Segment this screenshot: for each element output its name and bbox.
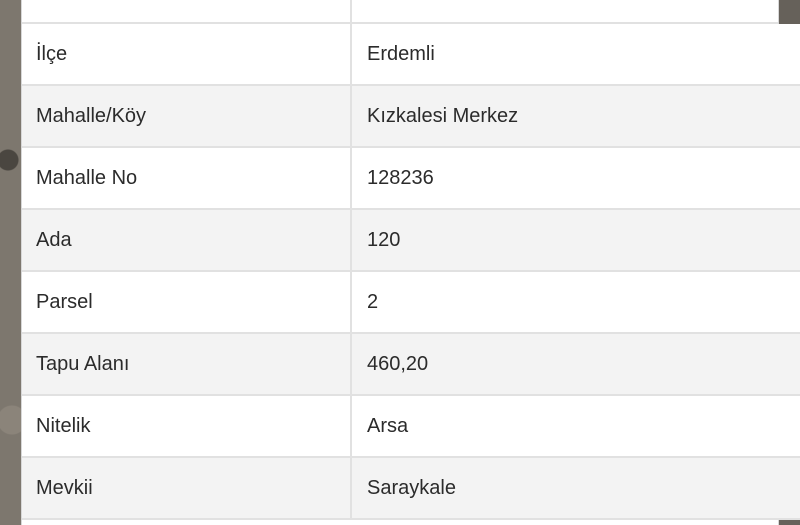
row-value: 460,20 [351, 333, 800, 396]
parcel-info-panel: İlçe Erdemli Mahalle/Köy Kızkalesi Merke… [22, 0, 800, 525]
row-divider [350, 0, 352, 22]
table-row: Tapu Alanı 460,20 [22, 333, 800, 396]
row-label: Ada [22, 209, 352, 272]
row-label: Tapu Alanı [22, 333, 352, 396]
row-value: 128236 [351, 147, 800, 210]
row-label: İlçe [22, 24, 352, 86]
table-row: İlçe Erdemli [22, 24, 800, 86]
table-row: Ada 120 [22, 209, 800, 272]
table-row: Nitelik Arsa [22, 395, 800, 458]
row-label: Mevkii [22, 457, 352, 520]
row-value: Erdemli [351, 24, 800, 86]
row-value: Arsa [351, 395, 800, 458]
row-value: Kızkalesi Merkez [351, 85, 800, 148]
row-label: Parsel [22, 271, 352, 334]
row-label: Nitelik [22, 395, 352, 458]
row-value: Saraykale [351, 457, 800, 520]
table-row: Parsel 2 [22, 271, 800, 334]
cut-off-row [22, 0, 778, 24]
table-row: Mahalle No 128236 [22, 147, 800, 210]
row-label: Mahalle/Köy [22, 85, 352, 148]
parcel-details-table: İlçe Erdemli Mahalle/Köy Kızkalesi Merke… [22, 24, 800, 520]
table-row: Mahalle/Köy Kızkalesi Merkez [22, 85, 800, 148]
row-label: Mahalle No [22, 147, 352, 210]
row-value: 2 [351, 271, 800, 334]
row-value: 120 [351, 209, 800, 272]
table-row: Mevkii Saraykale [22, 457, 800, 520]
